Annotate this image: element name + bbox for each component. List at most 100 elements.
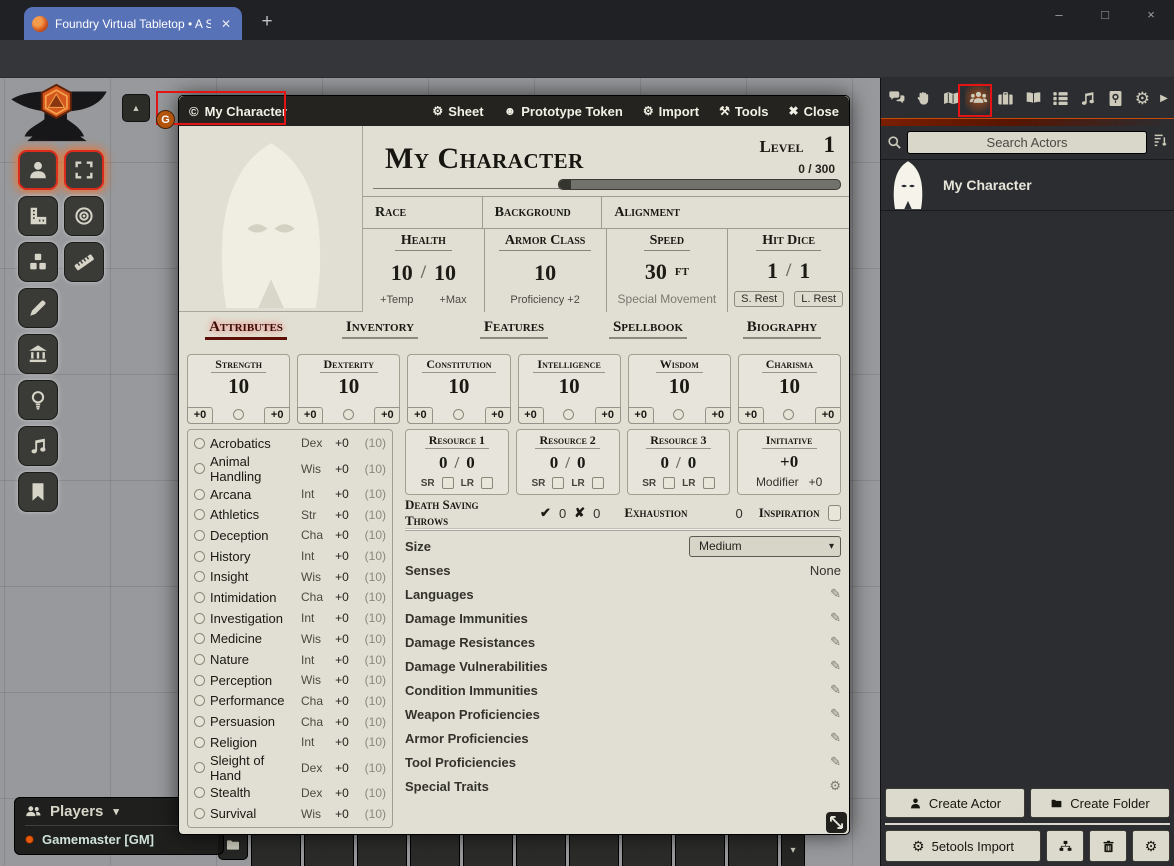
window-header[interactable]: © My Character ⚙ Sheet ☻ Prototype Token… [179,96,849,126]
settings-button[interactable]: ⚙ [1132,830,1170,862]
ac-value[interactable]: 10 [534,260,556,286]
skill-proficiency-radio[interactable] [194,695,205,706]
edit-icon[interactable]: ✎ [830,730,841,746]
skill-proficiency-radio[interactable] [194,633,205,644]
exhaustion-value[interactable]: 0 [736,506,743,521]
skill-proficiency-radio[interactable] [194,654,205,665]
ability-constitution[interactable]: Constitution 10 +0 +0 [407,354,510,424]
senses-value[interactable]: None [810,563,841,578]
target-tool-button[interactable] [64,196,104,236]
resource-current[interactable]: 0 [661,453,670,473]
tab-biography[interactable]: Biography [715,316,849,348]
actor-list-item[interactable]: My Character [881,159,1174,211]
skill-row[interactable]: ReligionInt+0(10) [194,732,386,753]
window-minimize-button[interactable]: – [1036,0,1082,32]
tab-attributes[interactable]: Attributes [179,316,313,348]
initiative-box[interactable]: Initiative +0 Modifier+0 [737,429,841,495]
folder-tree-button[interactable] [1046,830,1084,862]
inspiration-checkbox[interactable] [828,505,841,521]
ability-strength[interactable]: Strength 10 +0 +0 [187,354,290,424]
skill-proficiency-radio[interactable] [194,613,205,624]
macro-slot[interactable] [516,830,566,866]
resource-current[interactable]: 0 [550,453,559,473]
hd-current[interactable]: 1 [767,258,778,284]
import-button[interactable]: ⚙ Import [643,104,699,119]
lr-checkbox[interactable] [703,477,715,489]
tab-features[interactable]: Features [447,316,581,348]
ability-proficiency-radio[interactable] [673,409,684,420]
window-close-button[interactable]: × [1128,0,1174,32]
ability-score[interactable]: 10 [228,374,249,399]
edit-icon[interactable]: ✎ [830,586,841,602]
macro-slot[interactable] [675,830,725,866]
ability-proficiency-radio[interactable] [233,409,244,420]
ability-score[interactable]: 10 [338,374,359,399]
edit-icon[interactable]: ✎ [830,682,841,698]
skill-row[interactable]: HistoryInt+0(10) [194,546,386,567]
ruler-tool-button[interactable] [64,242,104,282]
skill-proficiency-radio[interactable] [194,571,205,582]
resource-max[interactable]: 0 [466,453,475,473]
skill-proficiency-radio[interactable] [194,762,205,773]
hp-tempmax-label[interactable]: +Max [439,294,466,306]
tab-items[interactable] [992,78,1019,118]
death-fail-count[interactable]: 0 [593,506,600,521]
gear-icon[interactable]: ⚙ [829,778,841,794]
browser-tab[interactable]: Foundry Virtual Tabletop • A Stan ✕ [24,7,242,40]
skill-proficiency-radio[interactable] [194,463,205,474]
measure-tool-button[interactable] [18,196,58,236]
special-movement-field[interactable]: Special Movement [618,292,717,306]
skill-row[interactable]: PerformanceCha+0(10) [194,691,386,712]
hp-max[interactable]: 10 [434,260,456,286]
ability-charisma[interactable]: Charisma 10 +0 +0 [738,354,841,424]
character-portrait[interactable] [179,126,363,312]
skill-row[interactable]: SurvivalWis+0(10) [194,803,386,824]
ability-proficiency-radio[interactable] [783,409,794,420]
ability-proficiency-radio[interactable] [563,409,574,420]
skill-row[interactable]: InsightWis+0(10) [194,566,386,587]
ability-proficiency-radio[interactable] [343,409,354,420]
close-window-button[interactable]: ✖ Close [789,104,839,119]
sr-checkbox[interactable] [663,477,675,489]
macro-slot[interactable] [569,830,619,866]
ability-score[interactable]: 10 [669,374,690,399]
size-select[interactable]: Medium ▾ [689,536,841,557]
tab-actors[interactable] [965,78,992,118]
resource-current[interactable]: 0 [439,453,448,473]
drawings-tool-button[interactable] [18,288,58,328]
tab-journal[interactable] [1019,78,1046,118]
macro-slot[interactable] [251,830,301,866]
skill-row[interactable]: Sleight of HandDex+0(10) [194,753,386,783]
skill-row[interactable]: PersuasionCha+0(10) [194,711,386,732]
ability-score[interactable]: 10 [448,374,469,399]
skill-proficiency-radio[interactable] [194,675,205,686]
new-tab-button[interactable]: + [254,9,280,35]
macro-slot[interactable] [728,830,778,866]
collapse-folders-icon[interactable] [1152,132,1168,153]
skill-proficiency-radio[interactable] [194,808,205,819]
skill-row[interactable]: AcrobaticsDex+0(10) [194,433,386,454]
initiative-mod-value[interactable]: +0 [809,475,823,489]
tab-close-icon[interactable]: ✕ [218,17,234,31]
macro-slot[interactable] [463,830,513,866]
token-tool-button[interactable] [18,150,58,190]
skill-row[interactable]: StealthDex+0(10) [194,783,386,804]
skill-proficiency-radio[interactable] [194,787,205,798]
alignment-field[interactable]: Alignment [601,197,849,228]
skill-row[interactable]: MedicineWis+0(10) [194,629,386,650]
long-rest-button[interactable]: L. Rest [794,291,843,307]
ability-score[interactable]: 10 [559,374,580,399]
ability-wisdom[interactable]: Wisdom 10 +0 +0 [628,354,731,424]
short-rest-button[interactable]: S. Rest [734,291,784,307]
background-field[interactable]: Background [482,197,602,228]
tab-settings[interactable]: ⚙ [1129,78,1156,118]
skill-row[interactable]: InvestigationInt+0(10) [194,608,386,629]
level-value[interactable]: 1 [824,132,836,158]
xp-value[interactable]: 0 / 300 [798,162,835,176]
race-field[interactable]: Race [363,197,482,228]
g-module-badge[interactable]: G [156,110,175,129]
tools-button[interactable]: ⚒ Tools [719,104,768,119]
tiles-tool-button[interactable] [18,242,58,282]
walls-tool-button[interactable] [18,334,58,374]
skill-proficiency-radio[interactable] [194,509,205,520]
